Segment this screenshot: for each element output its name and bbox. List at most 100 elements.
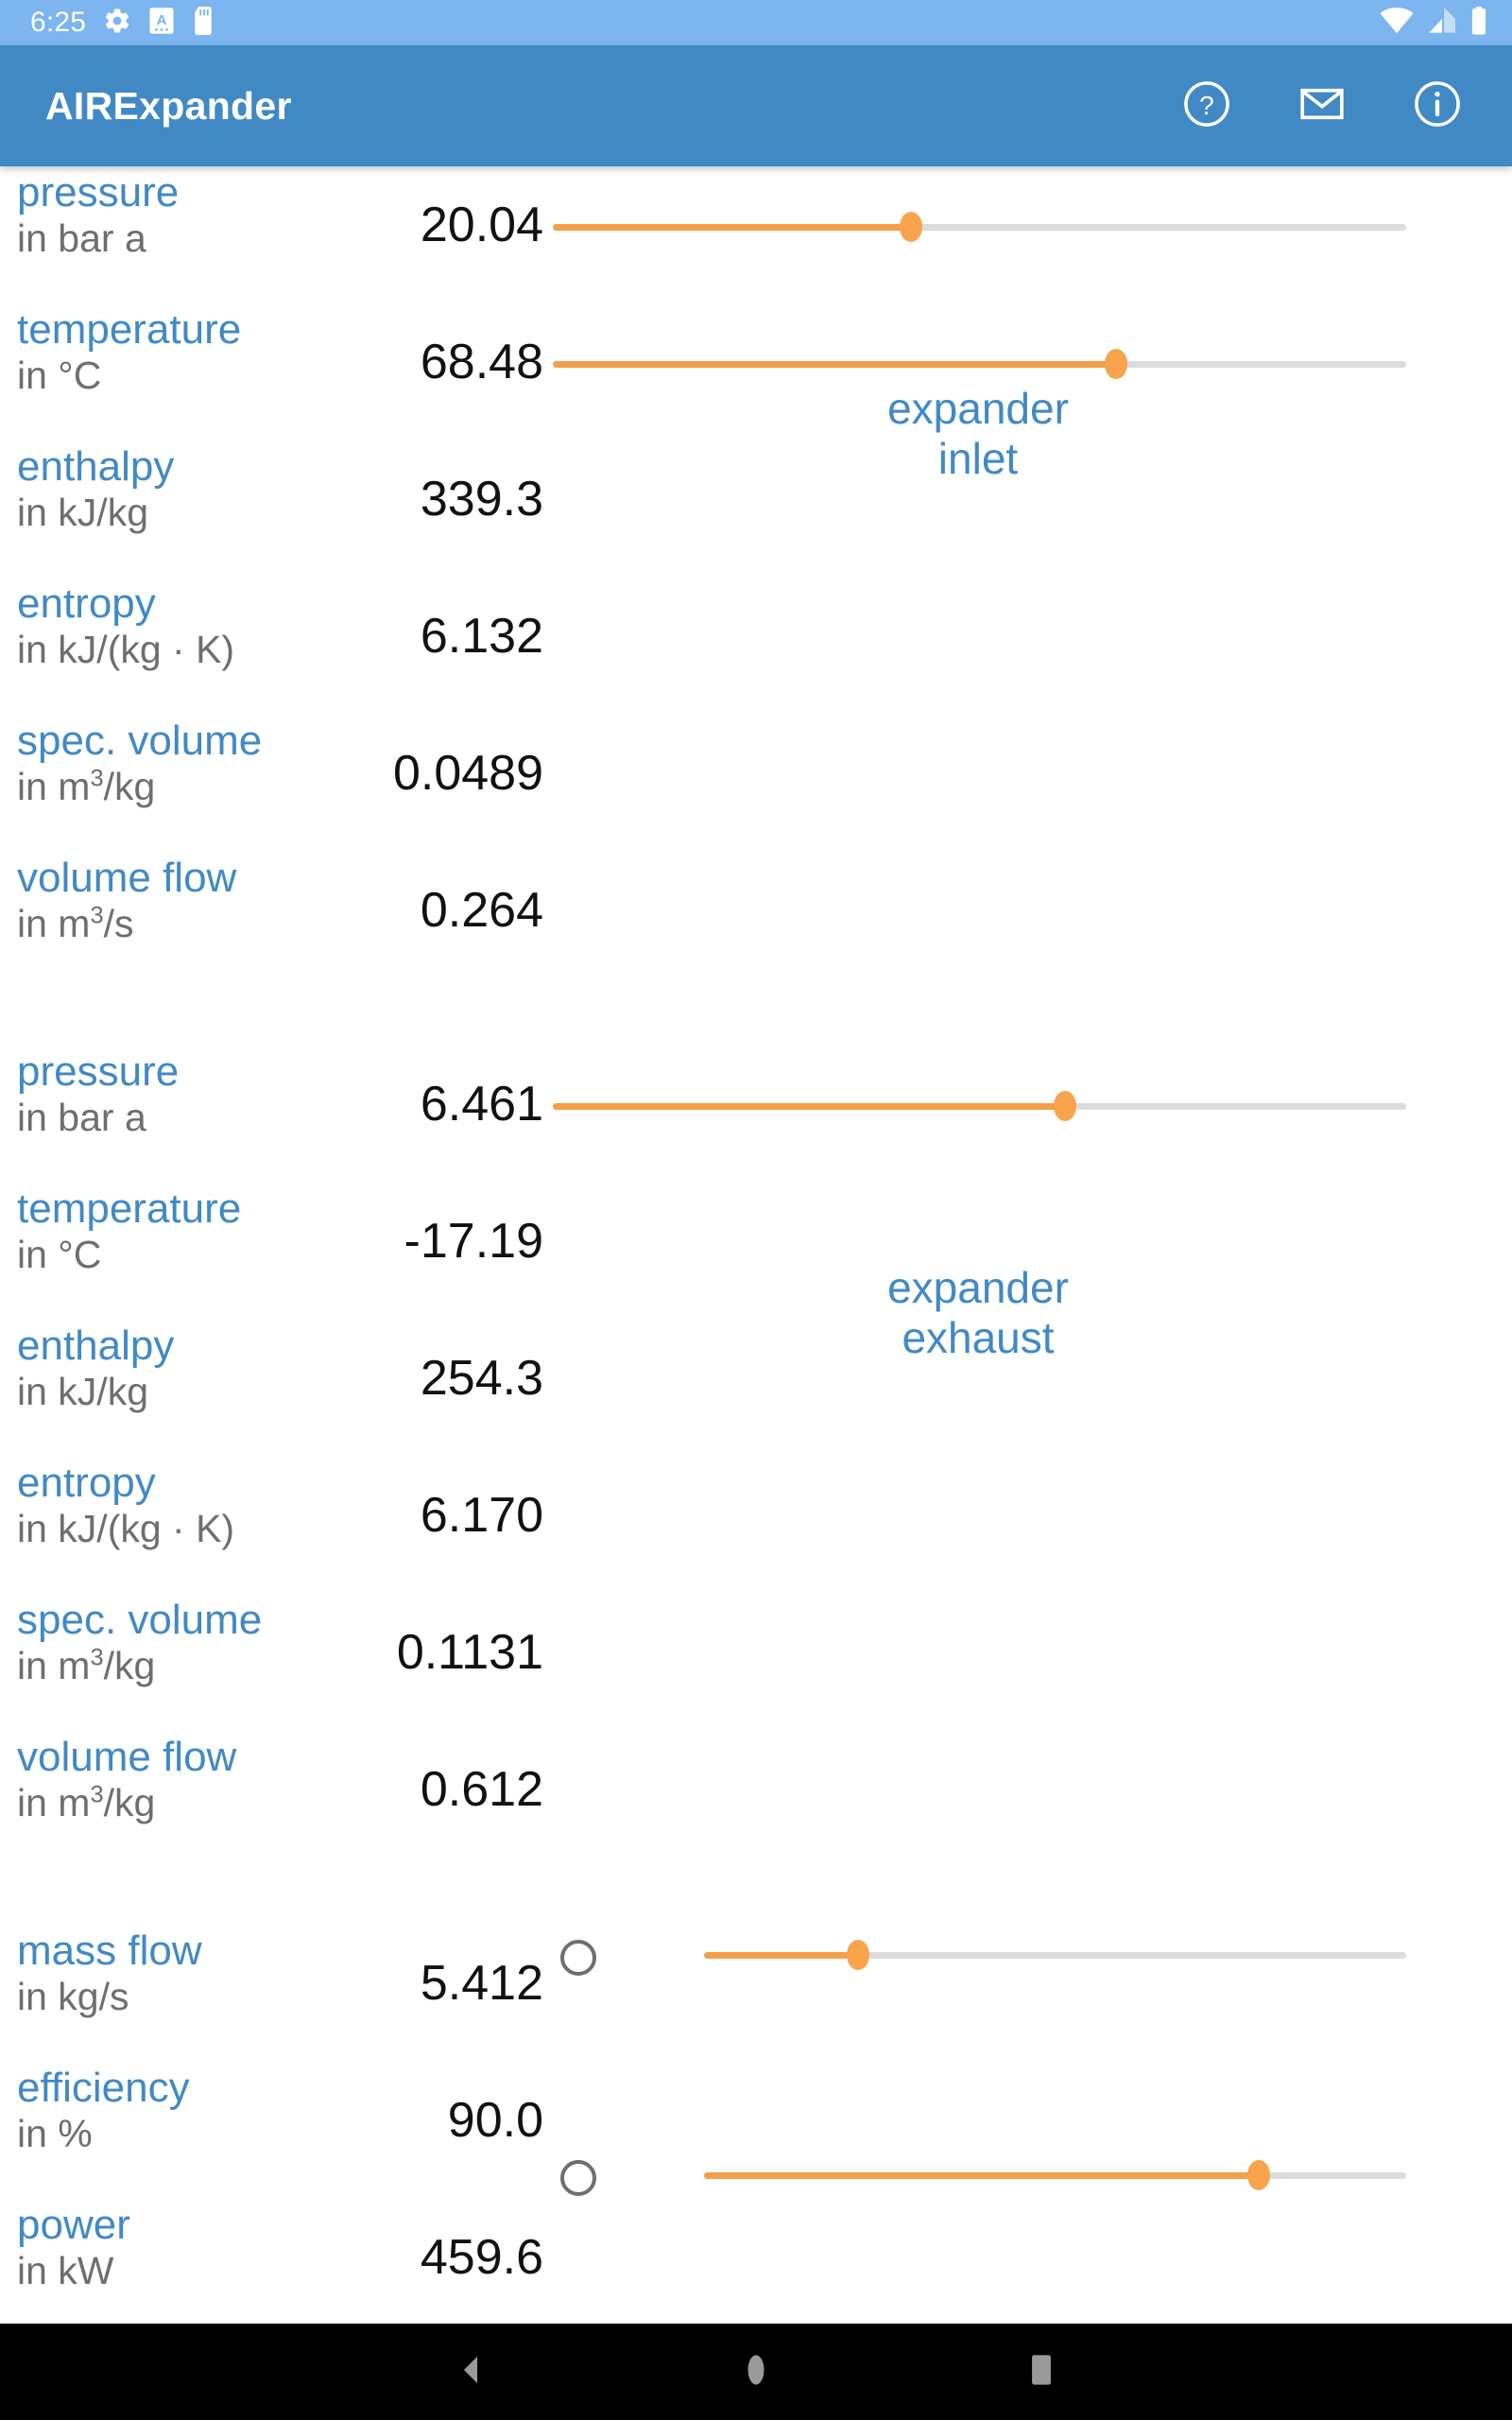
parameter-unit: in kg/s xyxy=(17,1975,364,2019)
parameter-row: temperature in °C 68.48 xyxy=(0,303,1512,441)
parameter-control-cell xyxy=(543,578,1512,715)
parameter-label-cell: mass flow in kg/s xyxy=(0,1925,364,2019)
a-badge-icon: A xyxy=(148,7,175,40)
slider-track[interactable] xyxy=(553,1091,1406,1121)
unit-prefix: in m xyxy=(17,902,91,945)
parameter-label-cell: entropy in kJ/(kg · K) xyxy=(0,578,364,672)
slider-thumb[interactable] xyxy=(1104,349,1127,379)
parameter-name: volume flow xyxy=(17,855,237,901)
parameter-row: spec. volume in m3/kg 0.0489 xyxy=(0,715,1512,852)
parameter-value[interactable]: 0.1131 xyxy=(364,1594,543,1677)
parameter-value[interactable]: 254.3 xyxy=(364,1320,543,1403)
slider-fill xyxy=(553,1102,1065,1110)
unit-prefix: in °C xyxy=(17,354,102,397)
unit-prefix: in kJ/kg xyxy=(17,1370,148,1413)
parameter-unit: in kJ/kg xyxy=(17,491,364,535)
parameter-row: mass flow in kg/s 5.412 xyxy=(0,1925,1512,2062)
parameter-unit: in kW xyxy=(17,2249,364,2293)
parameter-control-cell xyxy=(543,1731,1512,1868)
battery-icon xyxy=(1470,6,1487,40)
parameter-value[interactable]: 20.04 xyxy=(364,166,543,250)
parameter-value[interactable]: -17.19 xyxy=(364,1183,543,1266)
info-button[interactable] xyxy=(1397,65,1478,147)
slider-thumb[interactable] xyxy=(900,212,923,242)
parameter-row: pressure in bar a 20.04 xyxy=(0,166,1512,303)
radio-button[interactable] xyxy=(560,1940,596,1976)
parameter-unit: in bar a xyxy=(17,1096,364,1140)
status-bar: 6:25 A xyxy=(0,0,1512,45)
nav-home-button[interactable] xyxy=(718,2334,794,2410)
unit-prefix: in m xyxy=(17,1781,91,1824)
main-content: pressure in bar a 20.04 temperature in °C 68.… xyxy=(0,166,1512,2324)
parameter-slider[interactable] xyxy=(704,1936,1406,1974)
slider-fill xyxy=(553,223,912,231)
unit-exponent: 3 xyxy=(90,1781,104,1808)
unit-suffix: /s xyxy=(103,902,134,945)
unit-suffix: /kg xyxy=(103,765,156,808)
parameter-control-cell xyxy=(543,1046,1512,1183)
parameter-value[interactable]: 0.264 xyxy=(364,852,543,935)
parameter-label-cell: volume flow in m3/kg xyxy=(0,1731,364,1825)
unit-prefix: in kg/s xyxy=(17,1975,129,2018)
parameter-value[interactable]: 5.412 xyxy=(364,1925,543,2008)
back-icon xyxy=(455,2354,487,2391)
unit-suffix: /kg xyxy=(103,1781,156,1824)
parameter-control-cell xyxy=(543,852,1512,989)
parameter-value[interactable]: 6.132 xyxy=(364,578,543,661)
parameter-control-cell xyxy=(543,715,1512,852)
parameter-slider[interactable] xyxy=(553,1087,1406,1125)
status-bar-clock: 6:25 xyxy=(30,7,87,38)
parameter-unit: in °C xyxy=(17,354,364,398)
slider-thumb[interactable] xyxy=(1053,1091,1076,1121)
parameter-value[interactable]: 6.461 xyxy=(364,1046,543,1129)
parameter-unit: in m3/kg xyxy=(17,1644,364,1688)
slider-track[interactable] xyxy=(704,1940,1406,1970)
unit-prefix: in kJ/(kg · K) xyxy=(17,628,235,671)
slider-track[interactable] xyxy=(704,2160,1406,2190)
parameter-value[interactable]: 459.6 xyxy=(364,2199,543,2282)
parameter-control-cell xyxy=(543,1925,1512,2062)
parameter-name: entropy xyxy=(17,580,156,627)
mail-button[interactable] xyxy=(1281,65,1363,147)
parameter-value[interactable]: 339.3 xyxy=(364,441,543,524)
section-2: pressure in bar a 6.461 temperature in °C -17… xyxy=(0,1046,1512,1868)
parameter-control-cell xyxy=(543,1457,1512,1594)
parameter-name: temperature xyxy=(17,306,242,353)
parameter-value[interactable]: 90.0 xyxy=(364,2062,543,2145)
slider-thumb[interactable] xyxy=(1246,2160,1270,2190)
parameter-row: volume flow in m3/s 0.264 xyxy=(0,852,1512,989)
slider-track[interactable] xyxy=(553,349,1406,379)
nav-back-button[interactable] xyxy=(433,2334,508,2410)
parameter-name: entropy xyxy=(17,1460,156,1506)
parameter-unit: in m3/s xyxy=(17,902,364,946)
parameter-value[interactable]: 6.170 xyxy=(364,1457,543,1540)
parameter-name: pressure xyxy=(17,169,180,216)
section-caption-line1: expander xyxy=(887,1263,1069,1312)
parameter-value[interactable]: 0.0489 xyxy=(364,715,543,798)
help-button[interactable]: ? xyxy=(1166,65,1247,147)
parameter-slider[interactable] xyxy=(553,345,1406,383)
parameter-slider[interactable] xyxy=(704,2156,1406,2194)
parameter-slider[interactable] xyxy=(553,208,1406,246)
unit-prefix: in % xyxy=(17,2112,93,2155)
parameter-row: enthalpy in kJ/kg 254.3 xyxy=(0,1320,1512,1457)
unit-exponent: 3 xyxy=(90,1644,104,1671)
radio-button[interactable] xyxy=(560,2160,596,2196)
parameter-value[interactable]: 0.612 xyxy=(364,1731,543,1814)
section-divider-gap xyxy=(0,1868,1512,1925)
parameter-row: spec. volume in m3/kg 0.1131 xyxy=(0,1594,1512,1731)
parameter-value[interactable]: 68.48 xyxy=(364,303,543,387)
parameter-unit: in m3/kg xyxy=(17,1781,364,1825)
parameter-unit: in % xyxy=(17,2112,364,2156)
slider-thumb[interactable] xyxy=(847,1940,870,1970)
section-caption-line2: exhaust xyxy=(902,1313,1055,1363)
parameter-control-cell xyxy=(543,1594,1512,1731)
section-3: mass flow in kg/s 5.412 efficiency in % 90.0 p… xyxy=(0,1925,1512,2324)
slider-track[interactable] xyxy=(553,212,1406,242)
parameter-row: volume flow in m3/kg 0.612 xyxy=(0,1731,1512,1868)
parameter-name: spec. volume xyxy=(17,717,263,764)
parameter-row: efficiency in % 90.0 xyxy=(0,2062,1512,2199)
unit-prefix: in kW xyxy=(17,2249,114,2292)
section-caption: expander inlet xyxy=(761,384,1195,485)
nav-recents-button[interactable] xyxy=(1004,2334,1079,2410)
